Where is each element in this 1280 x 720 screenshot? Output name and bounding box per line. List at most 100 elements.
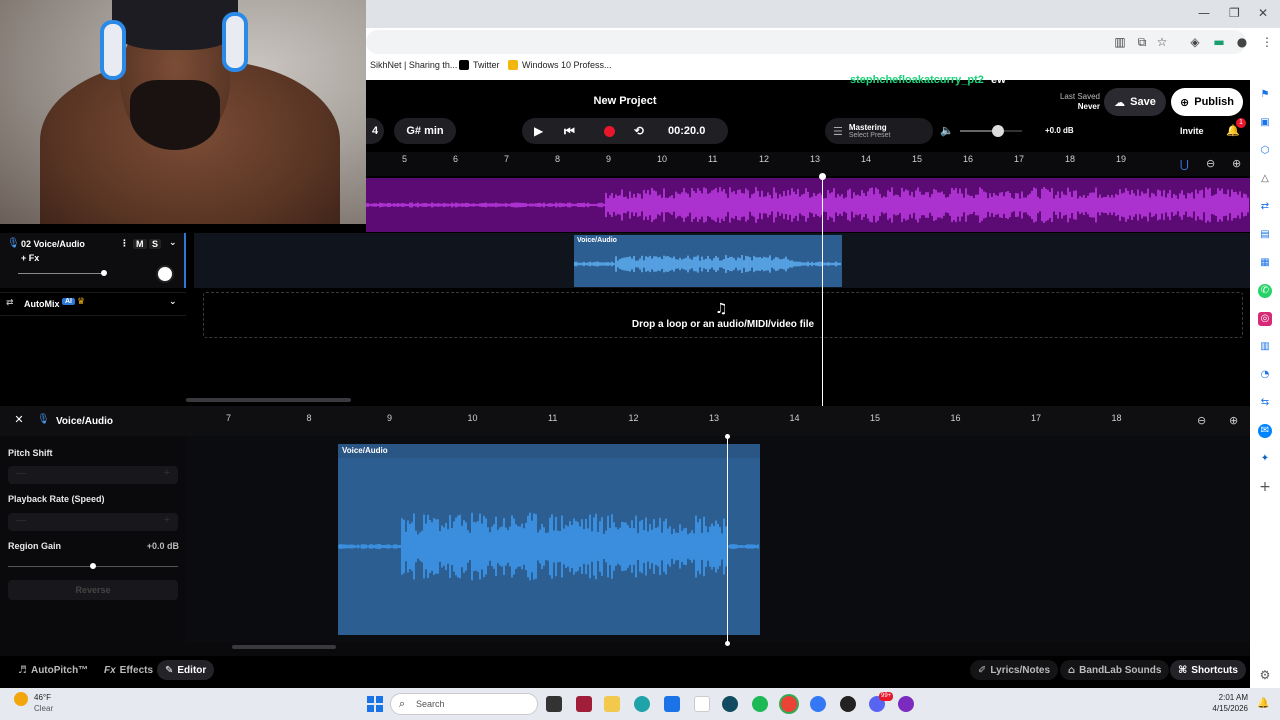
- editor-playhead[interactable]: [727, 436, 728, 644]
- playhead-handle[interactable]: [819, 173, 826, 180]
- chart-icon[interactable]: ▥: [1258, 340, 1272, 354]
- minus-icon[interactable]: —: [16, 515, 26, 526]
- extension-icon[interactable]: ◈: [1188, 35, 1202, 49]
- reverse-button[interactable]: Reverse: [8, 580, 178, 600]
- box-icon[interactable]: ⬡: [1258, 144, 1272, 158]
- app-icon-game[interactable]: [576, 696, 592, 712]
- screenshot-icon[interactable]: ⧉: [1135, 35, 1149, 49]
- close-editor-icon[interactable]: ✕: [12, 413, 26, 427]
- editor-playhead-bottom[interactable]: [725, 641, 730, 646]
- bookmark-sikhnet[interactable]: SikhNet | Sharing th...: [370, 60, 457, 70]
- region-gain-knob[interactable]: [90, 563, 96, 569]
- invite-button[interactable]: Invite: [1180, 126, 1204, 136]
- minus-icon[interactable]: —: [16, 468, 26, 479]
- editor-scrollbar[interactable]: [232, 645, 336, 649]
- publish-button[interactable]: ⊕ Publish: [1171, 88, 1243, 116]
- bookmark-icon[interactable]: ⚑: [1258, 88, 1272, 102]
- zoom-out-icon[interactable]: ⊖: [1206, 157, 1215, 170]
- project-title[interactable]: New Project: [560, 95, 690, 107]
- document-icon[interactable]: ▤: [1258, 228, 1272, 242]
- plus-icon[interactable]: +: [164, 467, 170, 479]
- settings-gear-icon[interactable]: ⚙: [1258, 668, 1272, 682]
- instagram-icon[interactable]: ◎: [1258, 312, 1272, 326]
- bookmark-star-icon[interactable]: ☆: [1155, 35, 1169, 49]
- app-icon-blue[interactable]: [810, 696, 826, 712]
- chevron-down-icon[interactable]: ⌄: [169, 238, 177, 248]
- app-icon-teal[interactable]: [722, 696, 738, 712]
- notification-center-icon[interactable]: 🔔: [1257, 698, 1269, 709]
- zoom-in-icon[interactable]: ⊕: [1232, 157, 1241, 170]
- profile-icon[interactable]: ●: [1235, 35, 1249, 49]
- triangle-icon[interactable]: △: [1258, 172, 1272, 186]
- lyrics-button[interactable]: ✐ Lyrics/Notes: [970, 660, 1059, 680]
- bookmark-windows[interactable]: Windows 10 Profess...: [508, 60, 612, 70]
- editor-playhead-top[interactable]: [725, 434, 730, 439]
- play-icon[interactable]: ▶: [534, 124, 564, 138]
- bluesky-icon[interactable]: ✦: [1258, 452, 1272, 466]
- chrome-icon[interactable]: [781, 696, 797, 712]
- audio-region-track1[interactable]: [366, 178, 1250, 232]
- editor-ruler[interactable]: 7 8 9 10 11 12 13 14 15 16 17 18: [186, 406, 1186, 436]
- minimize-icon[interactable]: —: [1198, 6, 1210, 20]
- loop-icon[interactable]: ⟲: [624, 124, 654, 138]
- spotify-icon[interactable]: [752, 696, 768, 712]
- autopitch-button[interactable]: ♬ AutoPitch™: [10, 660, 96, 680]
- nba-icon[interactable]: [694, 696, 710, 712]
- record-button[interactable]: [594, 125, 624, 137]
- taskbar-search[interactable]: ⌕ Search: [390, 693, 538, 715]
- audio-region-track2[interactable]: Voice/Audio: [573, 235, 842, 287]
- bookmark-twitter[interactable]: Twitter: [459, 60, 500, 70]
- maximize-icon[interactable]: ❐: [1229, 6, 1240, 20]
- bell-icon[interactable]: ◔: [1258, 368, 1272, 382]
- edge-icon[interactable]: [634, 696, 650, 712]
- mastering-button[interactable]: ☰ Mastering Select Preset: [825, 118, 933, 144]
- key-selector[interactable]: G# min: [394, 118, 456, 144]
- file-explorer-icon[interactable]: [604, 696, 620, 712]
- extension-green-icon[interactable]: ▬: [1212, 35, 1226, 49]
- effects-button[interactable]: Fx Effects: [96, 660, 161, 680]
- snap-magnet-icon[interactable]: ⋃: [1180, 158, 1189, 171]
- zoom-in-icon[interactable]: ⊕: [1229, 414, 1238, 427]
- add-icon[interactable]: +: [1258, 480, 1272, 494]
- playback-rate-stepper[interactable]: — +: [8, 513, 178, 531]
- track-menu-icon[interactable]: ⋮: [120, 239, 129, 249]
- store-icon[interactable]: [664, 696, 680, 712]
- cube-icon[interactable]: ▣: [1258, 116, 1272, 130]
- bandlab-sounds-button[interactable]: ⌂ BandLab Sounds: [1060, 660, 1170, 680]
- chevron-down-icon[interactable]: ⌄: [169, 297, 177, 307]
- editor-audio-region[interactable]: Voice/Audio: [337, 444, 760, 635]
- obs-icon[interactable]: [840, 696, 856, 712]
- volume-slider[interactable]: [960, 125, 1022, 137]
- windows-start-icon[interactable]: [367, 696, 383, 712]
- editor-button[interactable]: ✎ Editor: [157, 660, 215, 680]
- more-menu-icon[interactable]: ⋮: [1260, 35, 1274, 49]
- add-fx-button[interactable]: + Fx: [21, 253, 39, 263]
- save-button[interactable]: ☁ Save: [1104, 88, 1166, 116]
- messenger-icon[interactable]: ✉: [1258, 424, 1272, 438]
- translate-icon[interactable]: ⇄: [1258, 200, 1272, 214]
- skip-back-icon[interactable]: ⏮: [564, 124, 594, 139]
- close-window-icon[interactable]: ✕: [1258, 6, 1268, 20]
- volume-icon[interactable]: 🔈: [940, 124, 954, 137]
- shortcuts-button[interactable]: ⌘ Shortcuts: [1170, 660, 1246, 680]
- solo-button[interactable]: S: [149, 239, 162, 249]
- track-volume-knob[interactable]: [101, 270, 107, 276]
- weather-icon[interactable]: [14, 692, 28, 706]
- track2-name[interactable]: 02 Voice/Audio: [21, 239, 85, 249]
- horizontal-scrollbar[interactable]: [186, 398, 351, 402]
- mute-button[interactable]: M: [133, 239, 147, 249]
- calendar-icon[interactable]: ▦: [1258, 256, 1272, 270]
- translate-alt-icon[interactable]: ⇆: [1258, 396, 1272, 410]
- task-view-icon[interactable]: [546, 696, 562, 712]
- playhead[interactable]: [822, 176, 823, 406]
- pitch-shift-stepper[interactable]: — +: [8, 466, 178, 484]
- zoom-out-icon[interactable]: ⊖: [1197, 414, 1206, 427]
- pan-knob[interactable]: [156, 265, 174, 283]
- plus-icon[interactable]: +: [164, 514, 170, 526]
- headset-app-icon[interactable]: [898, 696, 914, 712]
- reading-mode-icon[interactable]: ▥: [1113, 35, 1127, 49]
- clock-time[interactable]: 2:01 AM: [1200, 693, 1248, 702]
- track-volume-slider[interactable]: [18, 273, 104, 274]
- whatsapp-icon[interactable]: ✆: [1258, 284, 1272, 298]
- weather-temp[interactable]: 46°F: [34, 693, 51, 702]
